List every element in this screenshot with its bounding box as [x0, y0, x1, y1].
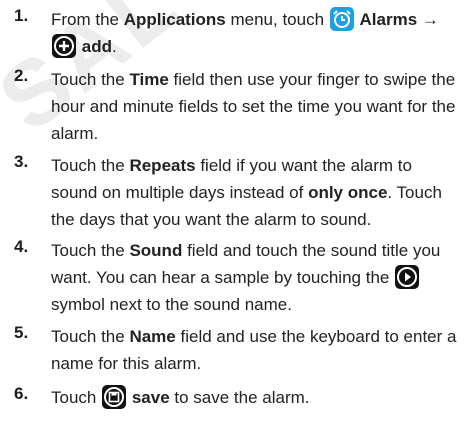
step-number: 4. [14, 237, 29, 256]
text-run: menu, touch [225, 10, 329, 29]
name-label: Name [129, 327, 176, 346]
text-run: Touch [51, 388, 102, 407]
step-text: Touch the Time field then use your finge… [51, 66, 463, 147]
step-text: Touch the Repeats field if you want the … [51, 152, 463, 233]
sound-label: Sound [129, 241, 183, 260]
step-number: 3. [14, 152, 29, 171]
text-run: to save the alarm. [169, 388, 310, 407]
text-run: . [111, 37, 117, 56]
text-run: Touch the [51, 156, 130, 175]
step-number: 6. [14, 384, 29, 403]
text-run: Touch the [51, 327, 130, 346]
repeats-label: Repeats [129, 156, 196, 175]
step-number: 2. [14, 66, 29, 85]
save-disk-icon [102, 384, 127, 409]
add-label: add [81, 37, 112, 56]
step-text: Touch the Name field and use the keyboar… [51, 323, 463, 377]
text-run: Touch the [51, 70, 130, 89]
play-circle-icon [395, 264, 420, 289]
alarm-clock-icon [329, 6, 354, 31]
add-circle-icon [52, 33, 76, 58]
step-text: Touch save to save the alarm. [51, 384, 463, 411]
applications-label: Applications [123, 10, 226, 29]
save-label: save [131, 388, 170, 407]
step-number: 5. [14, 323, 29, 342]
text-run: symbol next to the sound name. [51, 295, 292, 314]
text-run: From the [51, 10, 124, 29]
only-once-label: only once [308, 183, 388, 202]
step-text: From the Applications menu, touch Alarms… [51, 6, 463, 60]
alarms-label: Alarms → [359, 10, 439, 29]
text-run: Touch the [51, 241, 130, 260]
time-label: Time [129, 70, 169, 89]
step-number: 1. [14, 6, 29, 25]
step-text: Touch the Sound field and touch the soun… [51, 237, 463, 318]
